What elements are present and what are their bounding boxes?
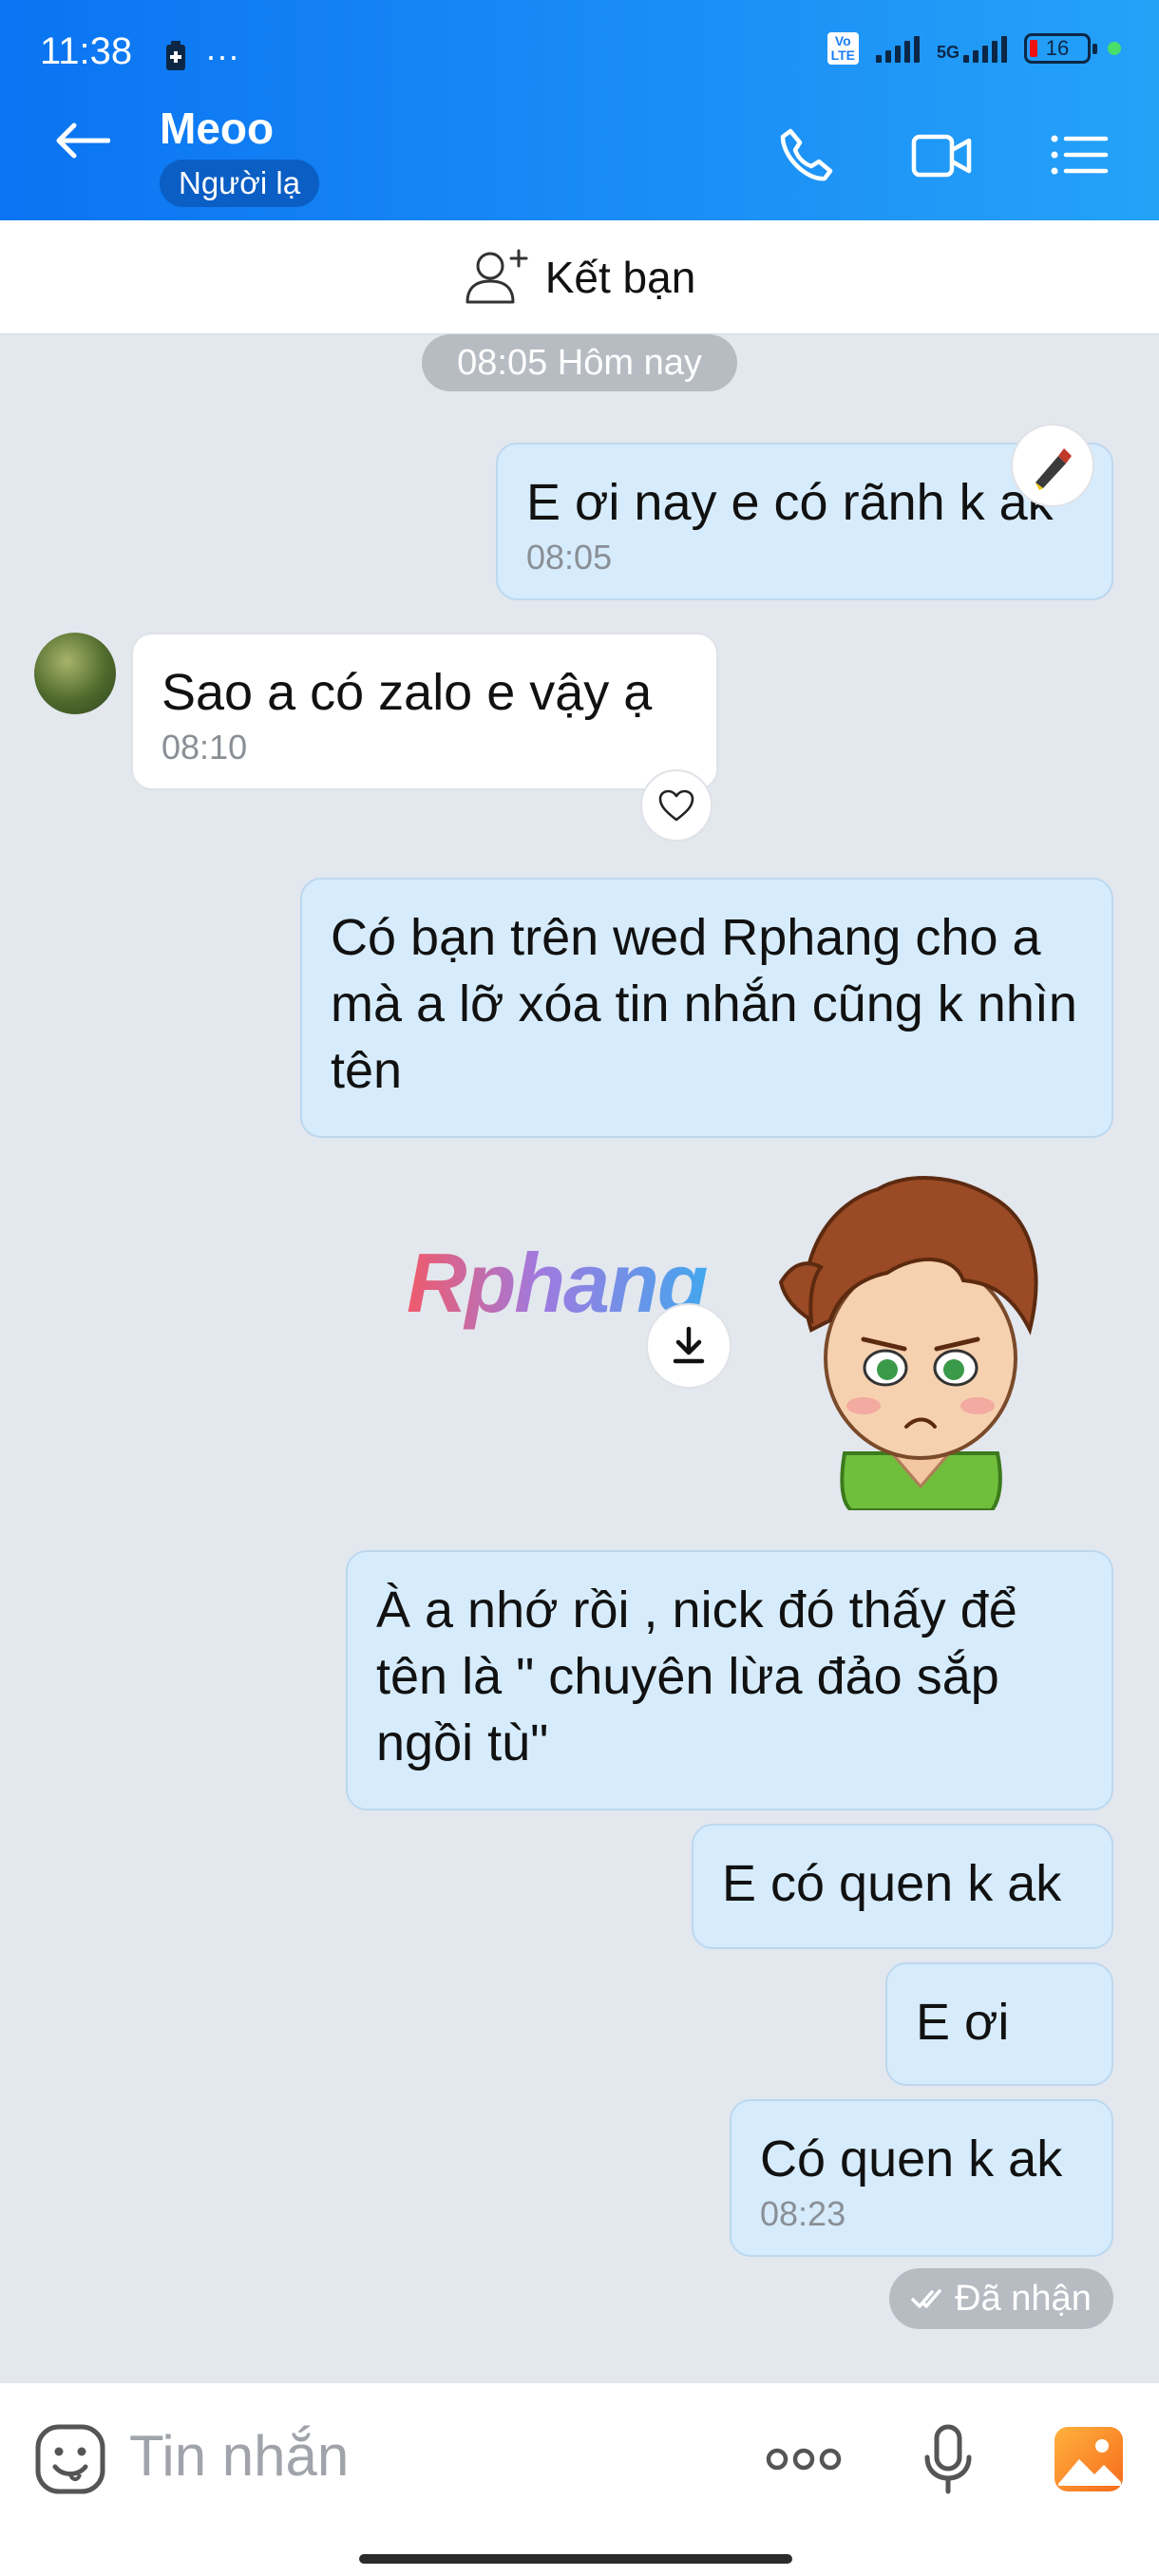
message-bubble-sent[interactable]: E có quen k ak [692, 1824, 1113, 1949]
react-like-button[interactable] [640, 769, 712, 842]
list-menu-icon [1051, 135, 1109, 175]
emoji-button[interactable] [32, 2421, 108, 2497]
volte-icon: Vo LTE [826, 32, 859, 65]
sticker-message[interactable]: Rphang [399, 1168, 1083, 1520]
double-check-icon [911, 2289, 941, 2308]
message-text: Có bạn trên wed Rphang cho a mà a lỡ xóa… [331, 909, 1077, 1099]
message-input-bar: Tin nhắn [0, 2382, 1159, 2576]
pen-icon [1036, 448, 1072, 490]
battery-icon: 16 [1024, 33, 1097, 64]
sad-boy-sticker-icon [778, 1176, 1038, 1510]
video-icon [911, 134, 972, 178]
message-bubble-sent[interactable]: Có quen k ak 08:23 [730, 2099, 1113, 2257]
message-time: 08:23 [760, 2194, 846, 2233]
phone-icon [780, 128, 833, 181]
battery-level: 16 [1045, 36, 1070, 60]
network-type: 5G [936, 43, 960, 62]
send-image-button[interactable] [1051, 2421, 1127, 2497]
message-bubble-received[interactable]: Sao a có zalo e vậy ạ 08:10 [131, 633, 718, 790]
privacy-dot-icon [1108, 42, 1121, 55]
home-indicator[interactable] [359, 2554, 792, 2564]
message-input[interactable]: Tin nhắn [129, 2423, 349, 2489]
emoji-icon [35, 2424, 105, 2494]
chat-header: 11:38 ··· Vo LTE 5G 16 Meoo Người lạ [0, 0, 1159, 220]
edit-message-button[interactable] [1011, 424, 1094, 507]
heart-icon [658, 789, 694, 822]
message-bubble-sent[interactable]: Có bạn trên wed Rphang cho a mà a lỡ xóa… [300, 878, 1113, 1138]
delivery-status-text: Đã nhận [955, 2278, 1092, 2319]
message-text: Có quen k ak [760, 2131, 1063, 2188]
back-button[interactable] [53, 122, 129, 179]
message-time: 08:05 [526, 538, 613, 577]
back-arrow-icon [56, 123, 111, 159]
message-bubble-sent[interactable]: E ơi [885, 1962, 1113, 2086]
download-icon [673, 1326, 705, 1364]
add-friend-label: Kết bạn [544, 252, 696, 302]
message-text: Sao a có zalo e vậy ạ [162, 664, 653, 721]
delivery-status-chip: Đã nhận [889, 2268, 1113, 2329]
message-text: E ơi nay e có rãnh k ak [526, 474, 1054, 531]
options-menu-button[interactable] [1045, 122, 1112, 188]
image-gallery-icon [1054, 2427, 1123, 2491]
message-text: E có quen k ak [722, 1855, 1062, 1912]
date-chip: 08:05 Hôm nay [422, 334, 737, 391]
contact-avatar[interactable] [34, 633, 116, 714]
add-friend-icon [466, 249, 528, 303]
message-bubble-sent[interactable]: À a nhớ rồi , nick đó thấy để tên là " c… [346, 1550, 1113, 1810]
microphone-icon [924, 2424, 972, 2494]
more-notifications-icon: ··· [205, 36, 239, 75]
signal-icon [875, 34, 920, 63]
download-sticker-button[interactable] [646, 1303, 732, 1389]
add-friend-bar[interactable]: Kết bạn [0, 220, 1159, 334]
battery-saver-icon [166, 41, 185, 70]
message-text: E ơi [916, 1994, 1010, 2051]
more-options-button[interactable] [764, 2421, 844, 2497]
status-bar: 11:38 ··· Vo LTE 5G 16 [0, 0, 1159, 104]
message-time: 08:10 [162, 728, 248, 767]
status-time: 11:38 [40, 30, 133, 72]
voice-message-button[interactable] [910, 2421, 986, 2497]
signal-5g-icon [963, 34, 1007, 63]
video-call-button[interactable] [908, 122, 975, 188]
more-dots-icon [766, 2448, 842, 2471]
voice-call-button[interactable] [771, 122, 838, 188]
stranger-badge: Người lạ [160, 160, 320, 207]
contact-name[interactable]: Meoo [160, 103, 274, 154]
message-text: À a nhớ rồi , nick đó thấy để tên là " c… [376, 1582, 1017, 1771]
